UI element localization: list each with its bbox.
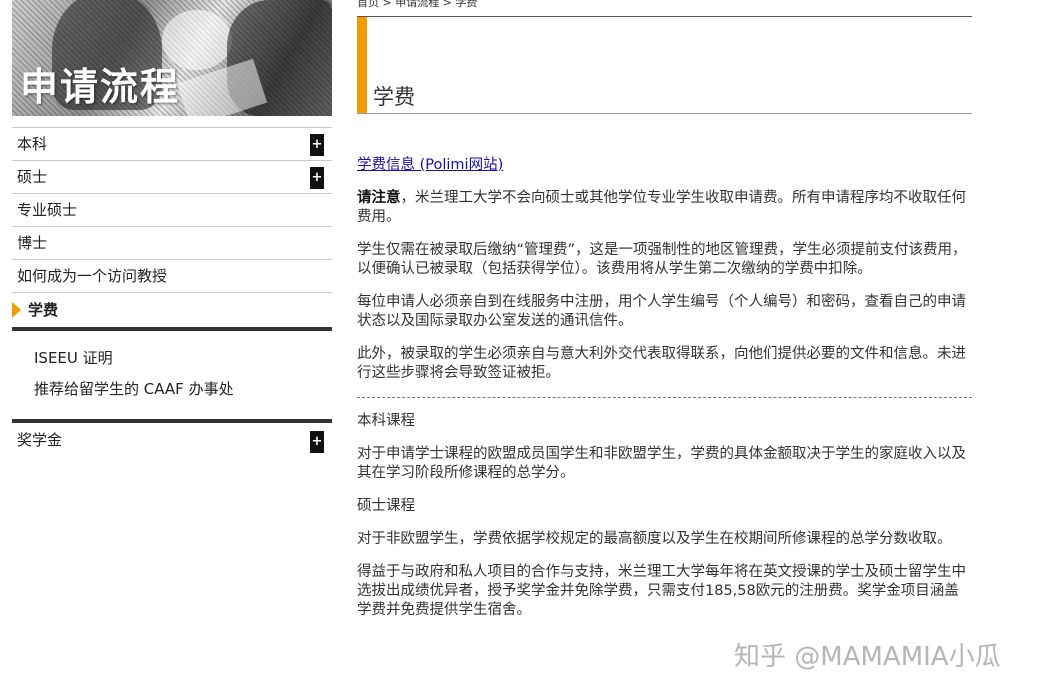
heading-master: 硕士课程: [357, 498, 415, 514]
sidebar-item-scholarship[interactable]: 奖学金 +: [12, 419, 332, 457]
sidebar-nav: 本科 + 硕士 + 专业硕士 博士 如何成为一个访问教授 学费 ISEEU 证明: [12, 127, 332, 457]
breadcrumb[interactable]: 首页 > 申请流程 > 学费: [357, 0, 972, 16]
main-content: 首页 > 申请流程 > 学费 学费 学费信息 (Polimi网站) 请注意，米兰…: [357, 0, 972, 634]
title-accent-bar: [357, 17, 367, 113]
banner-title: 申请流程: [20, 65, 181, 109]
paragraph-scholarship: 得益于与政府和私人项目的合作与支持，米兰理工大学每年将在英文授课的学士及硕士留学…: [357, 564, 966, 618]
sidebar-subitem-caaf[interactable]: 推荐给留学生的 CAAF 办事处: [12, 374, 332, 405]
sidebar-item-label: 本科: [17, 135, 48, 153]
dashed-divider: [357, 397, 972, 398]
sidebar-submenu: ISEEU 证明 推荐给留学生的 CAAF 办事处: [12, 327, 332, 419]
sidebar-item-label: 硕士: [17, 168, 48, 186]
sidebar-item-undergraduate[interactable]: 本科 +: [12, 127, 332, 160]
sidebar-item-label: 专业硕士: [17, 201, 78, 219]
note-text: ，米兰理工大学不会向硕士或其他学位专业学生收取申请费。所有申请程序均不收取任何费…: [357, 190, 966, 225]
paragraph-online-services: 每位申请人必须亲自到在线服务中注册，用个人学生编号（个人编号）和密码，查看自己的…: [357, 294, 966, 329]
paragraph-undergraduate-fee: 对于申请学士课程的欧盟成员国学生和非欧盟学生，学费的具体金额取决于学生的家庭收入…: [357, 446, 966, 481]
watermark-text: 知乎 @MAMAMIA小瓜: [734, 642, 1001, 672]
sidebar: 申请流程 本科 + 硕士 + 专业硕士 博士 如何成为一个访问教授 学费 ISE…: [12, 0, 332, 457]
paragraph-admin-fee: 学生仅需在被录取后缴纳“管理费”，这是一项强制性的地区管理费，学生必须提前支付该…: [357, 242, 967, 277]
sidebar-item-phd[interactable]: 博士: [12, 226, 332, 259]
sidebar-item-visiting-professor[interactable]: 如何成为一个访问教授: [12, 259, 332, 292]
note-paragraph: 请注意，米兰理工大学不会向硕士或其他学位专业学生收取申请费。所有申请程序均不收取…: [357, 189, 972, 227]
paragraph-master-fee: 对于非欧盟学生，学费依据学校规定的最高额度以及学生在校期间所修课程的总学分数收取…: [357, 531, 952, 547]
sidebar-item-tuition[interactable]: 学费: [12, 292, 332, 327]
sidebar-item-label: 奖学金: [17, 431, 63, 449]
sidebar-item-label: 博士: [17, 234, 48, 252]
sidebar-item-master[interactable]: 硕士 +: [12, 160, 332, 193]
tuition-info-link[interactable]: 学费信息 (Polimi网站): [357, 156, 972, 175]
expand-plus-icon[interactable]: +: [310, 431, 324, 453]
expand-plus-icon[interactable]: +: [310, 167, 324, 189]
article-body: 学费信息 (Polimi网站) 请注意，米兰理工大学不会向硕士或其他学位专业学生…: [357, 156, 972, 620]
page: 申请流程 本科 + 硕士 + 专业硕士 博士 如何成为一个访问教授 学费 ISE…: [0, 0, 1047, 693]
title-block: 学费: [357, 16, 972, 114]
paragraph-visa: 此外，被录取的学生必须亲自与意大利外交代表取得联系，向他们提供必要的文件和信息。…: [357, 346, 966, 381]
heading-undergraduate: 本科课程: [357, 413, 415, 429]
note-bold: 请注意: [357, 190, 401, 206]
sidebar-item-label: 学费: [28, 301, 59, 319]
sidebar-subitem-iseeu[interactable]: ISEEU 证明: [12, 343, 332, 374]
active-arrow-icon: [12, 302, 21, 318]
sidebar-item-professional-master[interactable]: 专业硕士: [12, 193, 332, 226]
banner-image: 申请流程: [12, 0, 332, 116]
expand-plus-icon[interactable]: +: [310, 134, 324, 156]
sidebar-item-label: 如何成为一个访问教授: [17, 267, 168, 285]
page-title: 学费: [373, 85, 415, 109]
